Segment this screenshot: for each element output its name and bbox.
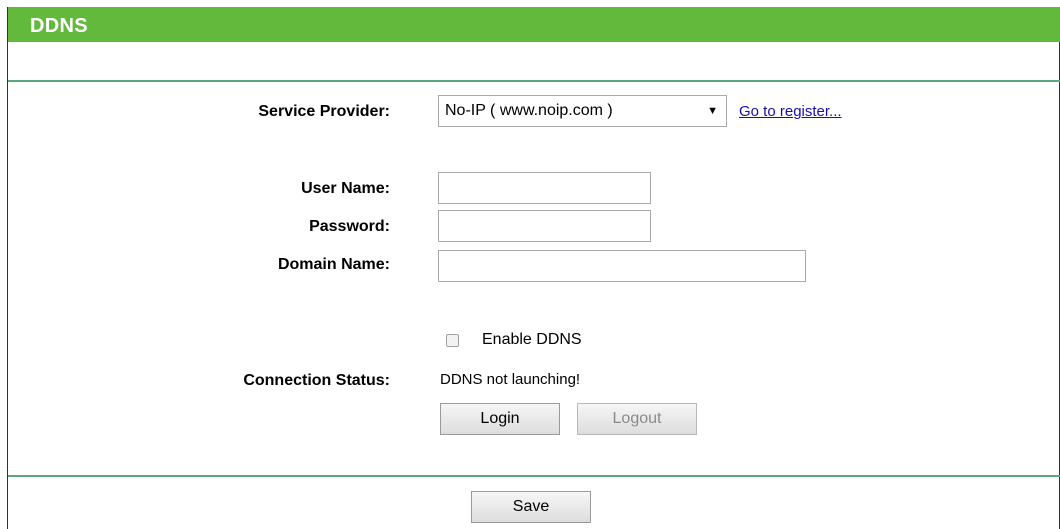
connection-status-value: DDNS not launching! — [440, 371, 581, 388]
domain-name-input[interactable] — [438, 250, 806, 282]
username-label: User Name: — [301, 180, 390, 197]
service-provider-value: No-IP ( www.noip.com ) — [445, 102, 613, 119]
password-label: Password: — [309, 218, 390, 235]
enable-ddns-checkbox[interactable] — [446, 334, 459, 347]
password-input[interactable] — [438, 210, 651, 242]
logout-button[interactable]: Logout — [577, 403, 697, 435]
chevron-down-icon: ▼ — [707, 105, 718, 117]
username-input[interactable] — [438, 172, 651, 204]
domain-name-label: Domain Name: — [277, 256, 390, 273]
service-provider-label: Service Provider: — [258, 103, 390, 120]
top-divider — [8, 80, 1060, 82]
enable-ddns-label: Enable DDNS — [482, 331, 582, 348]
connection-status-label: Connection Status: — [243, 372, 390, 389]
register-link[interactable]: Go to register... — [739, 103, 842, 120]
bottom-divider — [8, 475, 1060, 477]
page-title: DDNS — [30, 15, 88, 37]
service-provider-select[interactable]: No-IP ( www.noip.com ) ▼ — [438, 95, 727, 127]
page-header: DDNS — [8, 7, 1060, 42]
save-button[interactable]: Save — [471, 491, 591, 523]
login-button[interactable]: Login — [440, 403, 560, 435]
